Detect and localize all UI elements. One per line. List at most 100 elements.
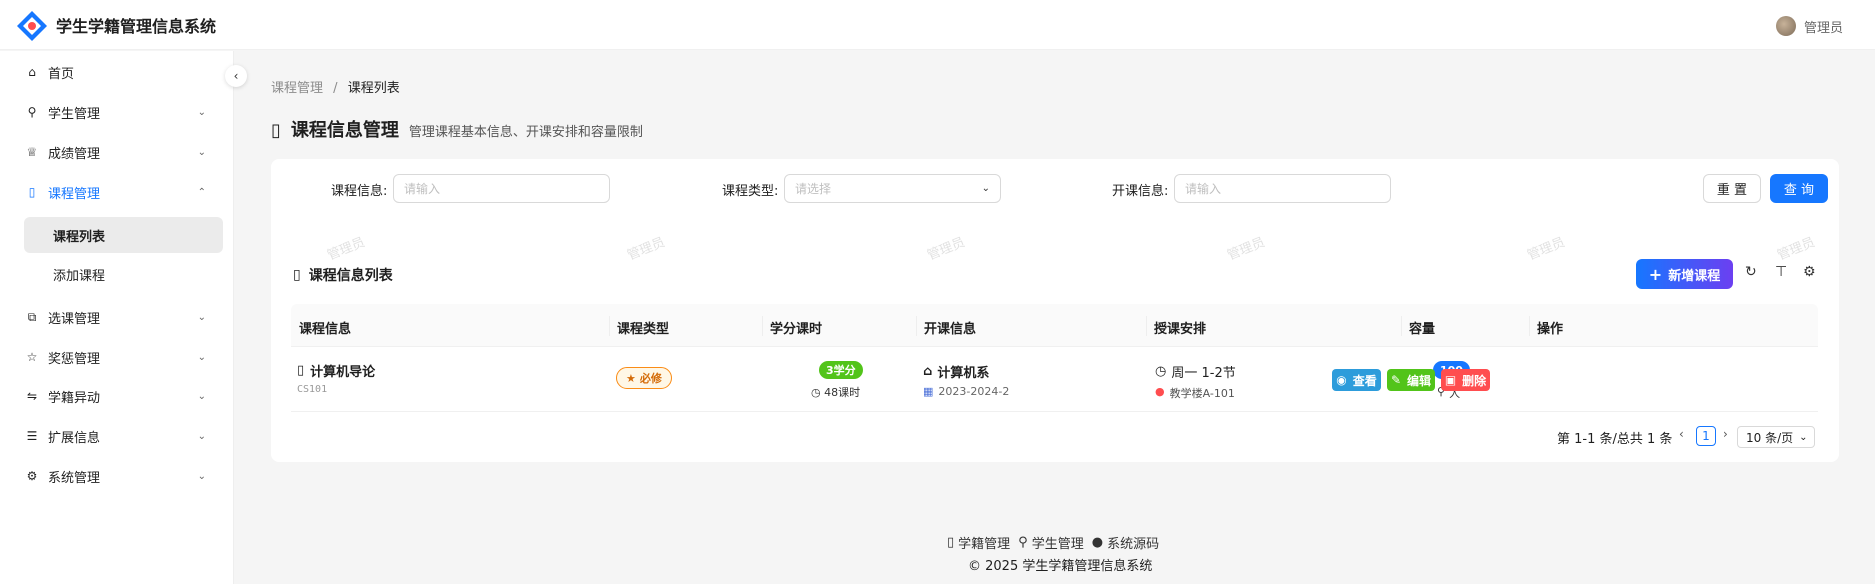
edit-button[interactable]: ✎ 编辑 (1387, 369, 1435, 391)
add-course-button[interactable]: + 新增课程 (1636, 259, 1733, 289)
sidebar-item-enrollment[interactable]: ⧉ 选课管理 ⌄ (24, 297, 224, 337)
sidebar-item-label: 奖惩管理 (48, 351, 101, 367)
user-icon: ⚲ (1018, 535, 1028, 550)
column-header: 课程类型 (617, 322, 670, 337)
schedule-time: ◷ 周一 1-2节 (1155, 362, 1236, 381)
breadcrumb-current: 课程列表 (347, 81, 400, 96)
avatar[interactable] (1775, 16, 1796, 36)
sidebar-item-extended-info[interactable]: ☰ 扩展信息 ⌄ (24, 416, 224, 456)
user-menu[interactable]: 管理员 (1775, 16, 1843, 36)
footer-link-source[interactable]: ● 系统源码 (1092, 533, 1159, 552)
footer-link-label: 系统源码 (1107, 537, 1160, 552)
sidebar-item-courses[interactable]: ▯ 课程管理 ⌃ (24, 172, 224, 212)
watermark: 管理员 (325, 235, 368, 264)
offering-filter-label: 开课信息: (1112, 184, 1169, 199)
column-divider (609, 316, 610, 336)
page-header: ▯ 课程信息管理 管理课程基本信息、开课安排和容量限制 (271, 116, 643, 142)
sidebar-item-label: 课程管理 (48, 186, 101, 202)
department: ⌂ 计算机系 (923, 362, 989, 381)
sidebar-item-label: 选课管理 (48, 311, 101, 327)
edit-label: 编辑 (1407, 373, 1432, 388)
column-header: 学分课时 (770, 322, 823, 337)
filter-panel: 课程信息: 请输入 课程类型: 请选择 ⌄ 开课信息: 请输入 重 置 查 询 (271, 159, 1839, 219)
view-button[interactable]: ◉ 查看 (1332, 369, 1381, 391)
prev-page-icon[interactable]: ‹ (1679, 427, 1684, 441)
clock-icon: ◷ (1155, 364, 1167, 379)
page-size-select[interactable]: 10 条/页 ⌄ (1737, 426, 1815, 448)
course-code: CS101 (297, 384, 328, 395)
swap-icon: ⇋ (26, 389, 38, 403)
department-text: 计算机系 (937, 366, 990, 381)
reset-button[interactable]: 重 置 (1703, 174, 1761, 203)
watermark: 管理员 (625, 235, 668, 264)
column-header: 课程信息 (299, 322, 352, 337)
collapse-sidebar-button[interactable]: ‹ (225, 65, 247, 87)
trash-icon: ▣ (1444, 373, 1457, 387)
eye-icon: ◉ (1336, 373, 1347, 387)
course-info-input[interactable]: 请输入 (393, 174, 610, 203)
list-icon: ☰ (26, 429, 38, 443)
course-type-select[interactable]: 请选择 ⌄ (784, 174, 1001, 203)
pagination-summary: 第 1-1 条/总共 1 条 (1557, 432, 1673, 447)
sidebar-item-home[interactable]: ⌂ 首页 (24, 52, 224, 92)
app-title: 学生学籍管理信息系统 (56, 17, 217, 36)
sidebar-item-system[interactable]: ⚙ 系统管理 ⌄ (24, 456, 224, 496)
course-type-placeholder: 请选择 (795, 182, 832, 196)
star-icon: ☆ (26, 350, 38, 364)
next-page-icon[interactable]: › (1723, 427, 1728, 441)
breadcrumb: 课程管理 / 课程列表 (271, 77, 400, 96)
copyright: © 2025 学生学籍管理信息系统 (968, 559, 1153, 574)
user-name[interactable]: 管理员 (1804, 17, 1843, 36)
settings-icon[interactable]: ⚙ (1803, 264, 1816, 280)
book-icon: ▯ (297, 363, 305, 378)
table-row: ▯ 计算机导论 CS101 ★ 必修 3学分 ◷ 48课时 ⌂ 计算机系 ▦ 2… (291, 347, 1818, 412)
sidebar-item-grades[interactable]: ♕ 成绩管理 ⌄ (24, 132, 224, 172)
watermark: 管理员 (1775, 235, 1818, 264)
footer-links: ▯ 学籍管理 ⚲ 学生管理 ● 系统源码 (947, 533, 1159, 552)
chevron-left-icon: ‹ (233, 69, 239, 83)
home-icon: ⌂ (28, 65, 36, 79)
watermark: 管理员 (925, 235, 968, 264)
course-type-text: 必修 (639, 372, 662, 385)
footer-link-label: 学籍管理 (958, 537, 1011, 552)
sidebar-item-label: 学籍异动 (48, 390, 101, 406)
user-icon: ⚲ (27, 105, 37, 119)
sidebar-item-status-change[interactable]: ⇋ 学籍异动 ⌄ (24, 376, 224, 416)
page-number-current[interactable]: 1 (1696, 426, 1716, 446)
delete-button[interactable]: ▣ 删除 (1441, 369, 1490, 391)
breadcrumb-parent[interactable]: 课程管理 (271, 81, 323, 96)
semester: ▦ 2023-2024-2 (923, 385, 1009, 398)
semester-text: 2023-2024-2 (938, 385, 1010, 398)
schedule-time-text: 周一 1-2节 (1171, 366, 1236, 381)
app-logo[interactable] (16, 10, 48, 42)
sidebar-item-students[interactable]: ⚲ 学生管理 ⌄ (24, 92, 224, 132)
calendar-icon: ▦ (923, 385, 934, 398)
sidebar-item-rewards[interactable]: ☆ 奖惩管理 ⌄ (24, 337, 224, 377)
course-hours: ◷ 48课时 (811, 384, 860, 400)
column-divider (762, 316, 763, 336)
footer-link-records[interactable]: ▯ 学籍管理 (947, 533, 1010, 552)
sidebar-subitem-course-list[interactable]: 课程列表 (24, 217, 223, 253)
column-divider (1401, 316, 1402, 336)
chevron-down-icon: ⌄ (197, 146, 206, 158)
credits-badge: 3学分 (819, 361, 863, 379)
book-icon: ▯ (947, 535, 955, 550)
page-description: 管理课程基本信息、开课安排和容量限制 (408, 125, 643, 140)
footer-link-students[interactable]: ⚲ 学生管理 (1018, 533, 1084, 552)
refresh-icon[interactable]: ↻ (1745, 264, 1757, 280)
pencil-icon: ✎ (1390, 373, 1402, 387)
course-hours-text: 48课时 (824, 386, 861, 399)
trophy-icon: ♕ (26, 145, 38, 159)
sidebar-subitem-add-course[interactable]: 添加课程 (24, 256, 223, 292)
table-title: ▯ 课程信息列表 (293, 265, 393, 285)
query-button[interactable]: 查 询 (1770, 174, 1828, 203)
density-icon[interactable]: ⊤ (1775, 264, 1787, 280)
watermark: 管理员 (1525, 235, 1568, 264)
course-name-text: 计算机导论 (310, 365, 376, 380)
offering-info-input[interactable]: 请输入 (1174, 174, 1391, 203)
column-divider (1146, 316, 1147, 336)
table-title-text: 课程信息列表 (308, 268, 393, 284)
column-header: 开课信息 (924, 322, 977, 337)
course-name: ▯ 计算机导论 (297, 361, 375, 380)
breadcrumb-separator: / (333, 81, 338, 96)
